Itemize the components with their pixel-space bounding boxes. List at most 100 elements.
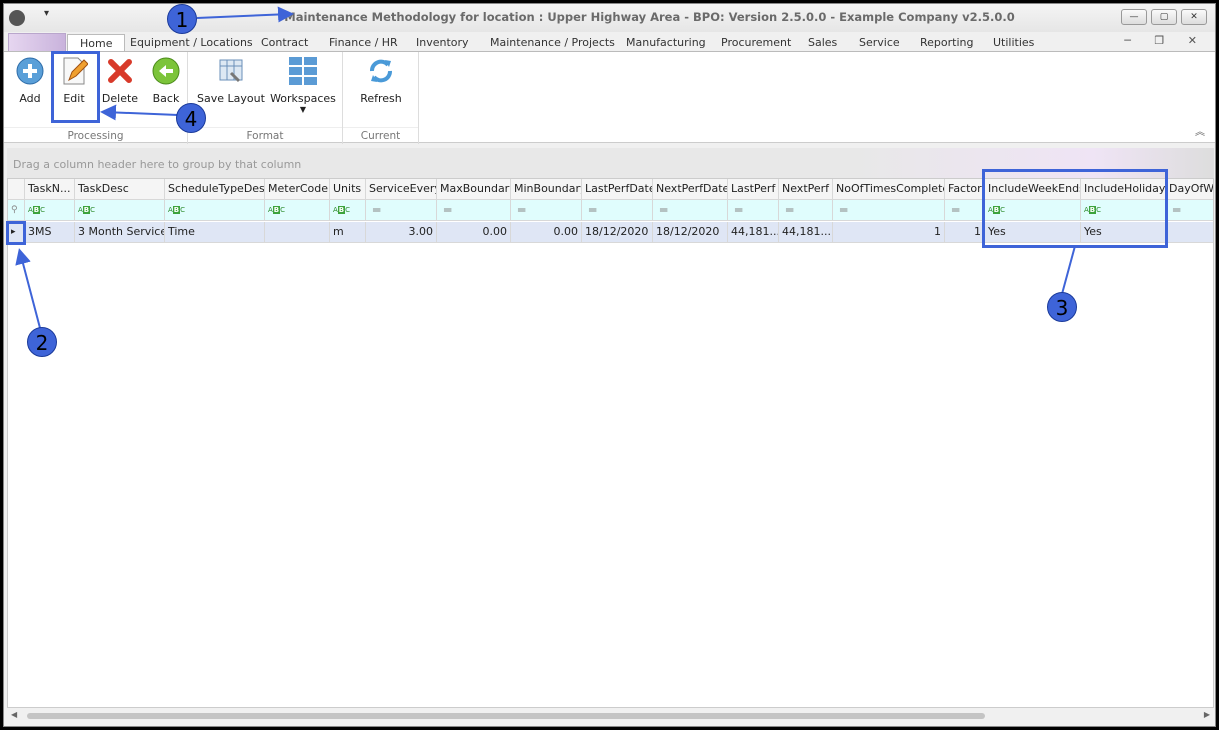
column-header[interactable]: NoOfTimesCompleted bbox=[833, 179, 945, 200]
column-header[interactable]: DayOfWe bbox=[1166, 179, 1213, 200]
filter-cell[interactable]: ABC bbox=[330, 200, 366, 221]
equals-filter-icon: ═ bbox=[373, 203, 381, 217]
table-cell[interactable]: 44,181... bbox=[728, 222, 779, 243]
delete-x-icon bbox=[105, 56, 135, 86]
annotation-box-edit bbox=[51, 51, 100, 123]
filter-cell[interactable]: ═ bbox=[653, 200, 728, 221]
column-header[interactable]: Factor bbox=[945, 179, 985, 200]
save-layout-icon bbox=[216, 56, 246, 86]
tab-manufacturing[interactable]: Manufacturing bbox=[614, 34, 718, 52]
tab-service[interactable]: Service bbox=[847, 34, 912, 52]
close-button[interactable]: ✕ bbox=[1181, 9, 1207, 25]
column-header[interactable]: NextPerf bbox=[779, 179, 833, 200]
maximize-button[interactable]: ▢ bbox=[1151, 9, 1177, 25]
delete-button[interactable]: Delete bbox=[100, 56, 140, 105]
table-cell[interactable]: 3.00 bbox=[366, 222, 437, 243]
annotation-box-include-columns bbox=[982, 169, 1168, 248]
header-corner bbox=[8, 179, 25, 200]
add-button[interactable]: Add bbox=[12, 56, 48, 105]
equals-filter-icon: ═ bbox=[444, 203, 452, 217]
table-cell[interactable]: m bbox=[330, 222, 366, 243]
scrollbar-thumb[interactable] bbox=[27, 713, 985, 719]
filter-cell[interactable]: ABC bbox=[25, 200, 75, 221]
filter-cell[interactable]: ═ bbox=[511, 200, 582, 221]
column-header[interactable]: Units bbox=[330, 179, 366, 200]
table-cell[interactable]: 1 bbox=[945, 222, 985, 243]
filter-cell[interactable]: ABC bbox=[165, 200, 265, 221]
scroll-left-icon[interactable]: ◀ bbox=[11, 710, 17, 719]
group-current: Refresh Current bbox=[343, 52, 419, 144]
filter-cell[interactable]: ═ bbox=[779, 200, 833, 221]
filter-cell[interactable]: ABC bbox=[265, 200, 330, 221]
table-cell[interactable]: 0.00 bbox=[511, 222, 582, 243]
table-cell[interactable]: 44,181... bbox=[779, 222, 833, 243]
table-cell[interactable] bbox=[265, 222, 330, 243]
equals-filter-icon: ═ bbox=[660, 203, 668, 217]
table-cell[interactable]: 18/12/2020 bbox=[582, 222, 653, 243]
column-header[interactable]: TaskDesc bbox=[75, 179, 165, 200]
tab-sales[interactable]: Sales bbox=[796, 34, 849, 52]
annotation-callout-4: 4 bbox=[176, 103, 206, 133]
filter-cell[interactable]: ═ bbox=[833, 200, 945, 221]
table-cell[interactable]: 1 bbox=[833, 222, 945, 243]
filter-pin-icon[interactable]: ⚲ bbox=[8, 200, 25, 221]
back-button[interactable]: Back bbox=[148, 56, 184, 105]
application-menu-button[interactable] bbox=[8, 33, 66, 52]
equals-filter-icon: ═ bbox=[518, 203, 526, 217]
table-cell[interactable]: 18/12/2020 bbox=[653, 222, 728, 243]
annotation-callout-1: 1 bbox=[167, 4, 197, 34]
horizontal-scrollbar[interactable]: ◀ ▶ bbox=[7, 708, 1214, 724]
text-filter-icon: ABC bbox=[78, 206, 96, 214]
table-cell[interactable] bbox=[1166, 222, 1213, 243]
tab-inventory[interactable]: Inventory bbox=[404, 34, 481, 52]
filter-cell[interactable]: ═ bbox=[582, 200, 653, 221]
equals-filter-icon: ═ bbox=[589, 203, 597, 217]
table-cell[interactable]: 0.00 bbox=[437, 222, 511, 243]
text-filter-icon: ABC bbox=[268, 206, 286, 214]
refresh-button[interactable]: Refresh bbox=[353, 56, 409, 105]
mdi-controls[interactable]: ─ ❐ ✕ bbox=[1124, 34, 1207, 47]
filter-cell[interactable]: ABC bbox=[75, 200, 165, 221]
column-header[interactable]: ScheduleTypeDesc bbox=[165, 179, 265, 200]
workspaces-dropdown[interactable]: Workspaces ▼ bbox=[270, 56, 336, 114]
column-header[interactable]: MinBoundary bbox=[511, 179, 582, 200]
refresh-icon bbox=[366, 56, 396, 86]
collapse-ribbon-icon[interactable]: ︽ bbox=[1195, 123, 1205, 138]
filter-cell[interactable]: ═ bbox=[1166, 200, 1213, 221]
equals-filter-icon: ═ bbox=[1173, 203, 1181, 217]
column-header[interactable]: LastPerf bbox=[728, 179, 779, 200]
tab-home[interactable]: Home bbox=[67, 34, 126, 52]
filter-cell[interactable]: ═ bbox=[945, 200, 985, 221]
column-header[interactable]: TaskN... bbox=[25, 179, 75, 200]
group-format: Save Layout Workspaces ▼ Format bbox=[188, 52, 343, 144]
tab-utilities[interactable]: Utilities bbox=[981, 34, 1046, 52]
table-cell[interactable]: 3 Month Service bbox=[75, 222, 165, 243]
column-header[interactable]: MaxBoundary bbox=[437, 179, 511, 200]
annotation-callout-3: 3 bbox=[1047, 292, 1077, 322]
scroll-right-icon[interactable]: ▶ bbox=[1204, 710, 1210, 719]
table-cell[interactable]: Time bbox=[165, 222, 265, 243]
tab-reporting[interactable]: Reporting bbox=[908, 34, 985, 52]
tab-maintenance-projects[interactable]: Maintenance / Projects bbox=[478, 34, 627, 52]
equals-filter-icon: ═ bbox=[840, 203, 848, 217]
tab-procurement[interactable]: Procurement bbox=[709, 34, 803, 52]
column-header[interactable]: MeterCode bbox=[265, 179, 330, 200]
table-cell[interactable]: 3MS bbox=[25, 222, 75, 243]
equals-filter-icon: ═ bbox=[735, 203, 743, 217]
column-header[interactable]: ServiceEvery bbox=[366, 179, 437, 200]
filter-cell[interactable]: ═ bbox=[728, 200, 779, 221]
group-label-processing: Processing bbox=[4, 127, 187, 142]
minimize-button[interactable]: — bbox=[1121, 9, 1147, 25]
save-layout-button[interactable]: Save Layout bbox=[196, 56, 266, 105]
tab-equipment-locations[interactable]: Equipment / Locations bbox=[118, 34, 265, 52]
tab-finance-hr[interactable]: Finance / HR bbox=[317, 34, 410, 52]
tab-contract[interactable]: Contract bbox=[249, 34, 320, 52]
filter-cell[interactable]: ═ bbox=[437, 200, 511, 221]
equals-filter-icon: ═ bbox=[786, 203, 794, 217]
group-label-format: Format bbox=[188, 127, 342, 142]
column-header[interactable]: NextPerfDate bbox=[653, 179, 728, 200]
column-header[interactable]: LastPerfDate bbox=[582, 179, 653, 200]
back-arrow-icon bbox=[151, 56, 181, 86]
text-filter-icon: ABC bbox=[333, 206, 351, 214]
filter-cell[interactable]: ═ bbox=[366, 200, 437, 221]
